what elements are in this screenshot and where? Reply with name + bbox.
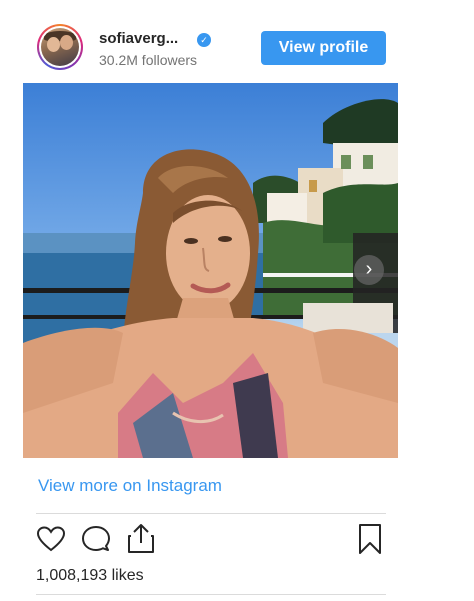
heart-icon[interactable] bbox=[36, 524, 66, 554]
avatar-image bbox=[41, 28, 79, 66]
verified-badge-icon: ✓ bbox=[197, 33, 211, 47]
username-link[interactable]: sofiaverg... bbox=[99, 30, 178, 47]
post-photo[interactable]: › bbox=[23, 83, 398, 458]
divider bbox=[36, 594, 386, 595]
share-upload-icon[interactable] bbox=[126, 522, 156, 554]
profile-avatar[interactable] bbox=[37, 24, 83, 70]
like-count: 1,008,193 likes bbox=[36, 567, 144, 584]
divider bbox=[36, 513, 386, 514]
view-more-link[interactable]: View more on Instagram bbox=[38, 476, 222, 496]
instagram-embed: sofiaverg... ✓ 30.2M followers View prof… bbox=[0, 0, 474, 601]
view-profile-button[interactable]: View profile bbox=[261, 31, 386, 65]
comment-bubble-icon[interactable] bbox=[81, 524, 111, 554]
follower-count: 30.2M followers bbox=[99, 52, 198, 68]
post-header: sofiaverg... ✓ 30.2M followers View prof… bbox=[36, 24, 386, 76]
bookmark-icon[interactable] bbox=[357, 523, 383, 555]
chevron-right-icon[interactable]: › bbox=[354, 255, 384, 285]
selfie-illustration bbox=[23, 99, 398, 458]
